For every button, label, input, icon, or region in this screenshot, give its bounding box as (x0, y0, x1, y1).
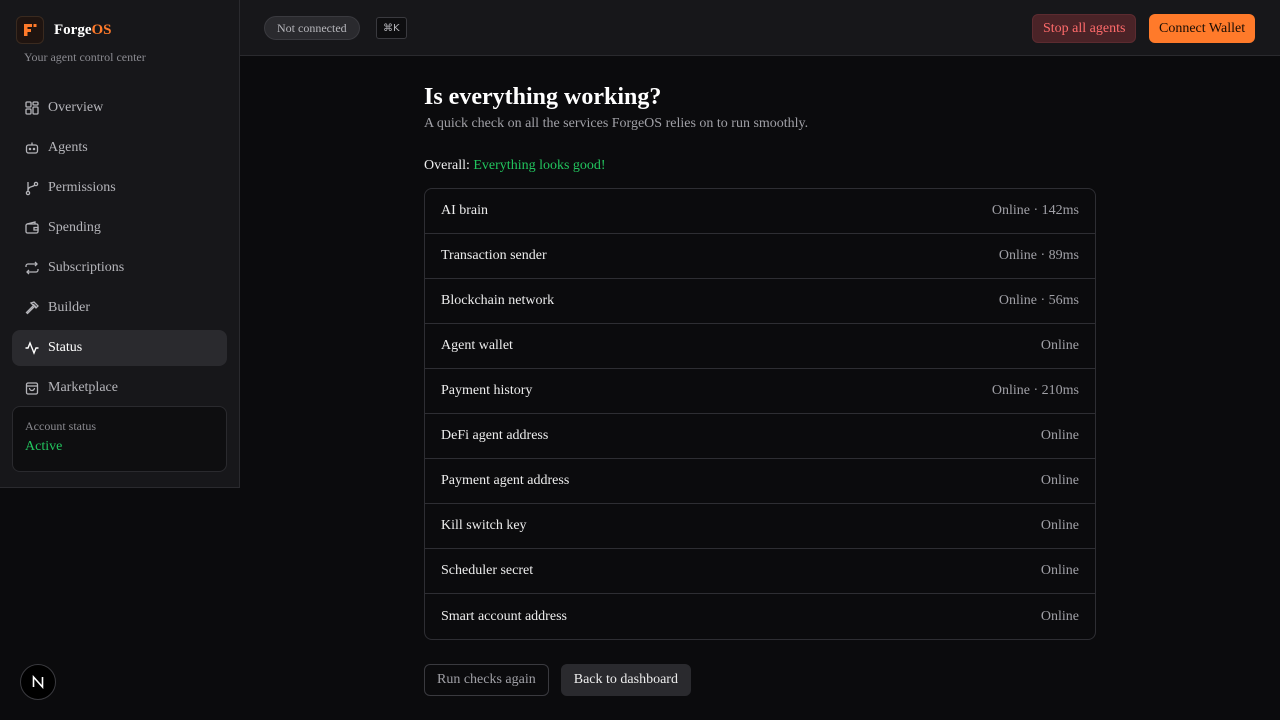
wallet-icon (25, 221, 39, 234)
service-name: Smart account address (441, 608, 567, 624)
sidebar-item-label: Permissions (48, 180, 116, 195)
page-subtitle: A quick check on all the services ForgeO… (424, 116, 809, 131)
account-status-label: Account status (25, 419, 96, 433)
sidebar-nav: Overview Agents Permissions Spending Sub… (12, 90, 227, 410)
sidebar-item-marketplace[interactable]: Marketplace (12, 370, 227, 406)
run-checks-again-button[interactable]: Run checks again (424, 664, 549, 696)
service-status: Online (1040, 518, 1079, 533)
hammer-icon (25, 301, 39, 315)
forgeos-logo-icon (16, 16, 44, 44)
service-status: Online (1040, 473, 1079, 488)
service-name: Kill switch key (441, 518, 527, 533)
service-name: Transaction sender (441, 248, 547, 263)
service-name: Payment history (441, 383, 533, 398)
command-palette-shortcut[interactable]: ⌘K (376, 17, 407, 39)
sidebar-item-builder[interactable]: Builder (12, 290, 227, 326)
sidebar-item-label: Marketplace (48, 380, 118, 395)
service-name: Payment agent address (441, 473, 570, 488)
brand-name-suffix: OS (91, 21, 112, 38)
sidebar-item-overview[interactable]: Overview (12, 90, 227, 126)
status-page: Is everything working? A quick check on … (424, 82, 1096, 696)
service-status: Online · 89ms (998, 248, 1079, 263)
branch-icon (25, 181, 39, 196)
n-logo-icon[interactable] (20, 664, 56, 700)
brand[interactable]: ForgeOS (16, 16, 112, 44)
bot-icon (25, 142, 39, 154)
table-row: Smart account address Online (425, 594, 1095, 639)
stop-all-agents-button[interactable]: Stop all agents (1032, 14, 1137, 43)
service-status: Online (1040, 338, 1079, 353)
connection-status-badge: Not connected (264, 16, 360, 40)
account-status-value: Active (25, 439, 63, 454)
sidebar-item-label: Builder (48, 300, 90, 315)
service-status: Online · 142ms (991, 203, 1079, 218)
sidebar-item-subscriptions[interactable]: Subscriptions (12, 250, 227, 286)
page-title: Is everything working? (424, 84, 662, 110)
table-row: DeFi agent address Online (425, 414, 1095, 459)
sidebar-item-label: Spending (48, 220, 101, 235)
sidebar-item-label: Agents (48, 140, 88, 155)
service-name: AI brain (441, 203, 489, 218)
table-row: AI brain Online · 142ms (425, 189, 1095, 234)
shopping-bag-icon (25, 382, 39, 395)
status-actions: Run checks again Back to dashboard (424, 664, 1096, 696)
service-status: Online · 56ms (998, 293, 1079, 308)
service-status: Online (1040, 608, 1079, 624)
grid-icon (25, 101, 39, 115)
brand-name: ForgeOS (54, 22, 112, 39)
sidebar-item-permissions[interactable]: Permissions (12, 170, 227, 206)
sidebar-item-label: Subscriptions (48, 260, 125, 275)
overall-status: Overall: Everything looks good! (424, 158, 1096, 174)
brand-name-prefix: Forge (54, 21, 92, 38)
top-bar: Not connected ⌘K Stop all agents Connect… (240, 0, 1280, 56)
overall-status-label: Overall: (424, 158, 470, 173)
n-letter-icon (32, 675, 44, 689)
sidebar-item-status[interactable]: Status (12, 330, 227, 366)
service-status: Online (1040, 563, 1079, 578)
sidebar-item-agents[interactable]: Agents (12, 130, 227, 166)
service-status-list: AI brain Online · 142ms Transaction send… (424, 188, 1096, 640)
service-status: Online (1040, 428, 1079, 443)
sidebar-item-label: Status (48, 340, 83, 355)
repeat-icon (25, 261, 39, 275)
table-row: Payment agent address Online (425, 459, 1095, 504)
table-row: Payment history Online · 210ms (425, 369, 1095, 414)
sidebar-item-spending[interactable]: Spending (12, 210, 227, 246)
back-to-dashboard-button[interactable]: Back to dashboard (560, 664, 691, 696)
sidebar: ForgeOS Your agent control center Overvi… (0, 0, 240, 488)
table-row: Agent wallet Online (425, 324, 1095, 369)
service-name: Blockchain network (441, 293, 555, 308)
activity-icon (25, 341, 39, 355)
account-status-card: Account status Active (12, 406, 227, 472)
table-row: Kill switch key Online (425, 504, 1095, 549)
table-row: Scheduler secret Online (425, 549, 1095, 594)
sidebar-item-label: Overview (48, 100, 104, 115)
service-name: Scheduler secret (441, 563, 534, 578)
service-name: DeFi agent address (441, 428, 549, 443)
overall-status-value: Everything looks good! (473, 158, 606, 173)
table-row: Blockchain network Online · 56ms (425, 279, 1095, 324)
service-status: Online · 210ms (991, 383, 1079, 398)
service-name: Agent wallet (441, 338, 513, 353)
brand-tagline: Your agent control center (24, 50, 146, 64)
table-row: Transaction sender Online · 89ms (425, 234, 1095, 279)
connect-wallet-button[interactable]: Connect Wallet (1149, 14, 1256, 43)
